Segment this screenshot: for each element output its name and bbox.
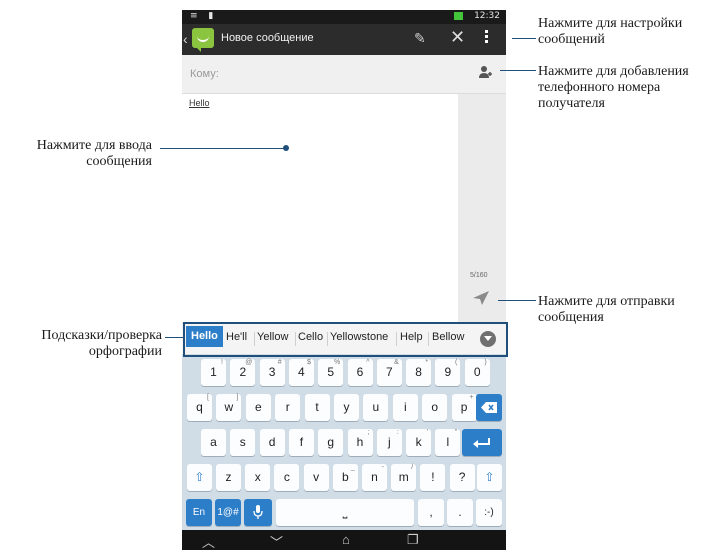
type-message-callout-dot [283, 145, 289, 151]
overflow-menu-icon[interactable] [485, 30, 489, 48]
key-1[interactable]: 1! [201, 359, 226, 386]
add-number-callout-line [500, 70, 536, 71]
on-screen-keyboard: En 1@# ⎵ , . :-) 1! 2 @3 #4 $5% 6 ^ 7 & 8 * 9(0) q[w… [182, 354, 506, 530]
status-left-icons: ≡ ▮ [190, 11, 218, 21]
key-exclamation[interactable]: ! [420, 464, 446, 491]
key-o[interactable]: o [422, 394, 448, 421]
send-icon[interactable] [472, 290, 490, 306]
settings-callout-line [512, 38, 536, 39]
spell-callout-line [165, 337, 183, 338]
recipient-field[interactable]: Кому: [182, 55, 506, 94]
key-r[interactable]: r [275, 394, 301, 421]
key-2[interactable]: 2 @ [230, 359, 256, 386]
key-5[interactable]: 5% [318, 359, 344, 386]
microphone-icon [253, 505, 263, 519]
attach-icon[interactable]: ✎ [414, 30, 426, 47]
enter-key[interactable] [462, 429, 502, 456]
key-z[interactable]: z [216, 464, 241, 491]
nav-recent-apps-icon[interactable]: ❐ [407, 532, 419, 548]
key-9[interactable]: 9( [435, 359, 461, 386]
enter-icon [473, 438, 490, 448]
close-icon[interactable]: ✕ [450, 27, 465, 48]
type-message-callout-line [160, 148, 286, 149]
key-v[interactable]: v [303, 464, 329, 491]
key-3[interactable]: 3 # [259, 359, 285, 386]
message-input-area[interactable]: Hello [182, 94, 458, 322]
add-contact-icon[interactable] [478, 65, 492, 79]
key-f[interactable]: f [288, 429, 314, 456]
key-7[interactable]: 7 & [376, 359, 402, 386]
symbols-key[interactable]: 1@# [215, 499, 241, 526]
key-x[interactable]: x [245, 464, 271, 491]
shift-left-key[interactable]: ⇧ [187, 464, 212, 491]
send-panel: 5/160 [458, 94, 506, 322]
page-title: Новое сообщение [221, 32, 314, 44]
status-time: 12:32 [474, 11, 500, 21]
key-w[interactable]: w] [216, 394, 242, 421]
message-text: Hello [189, 98, 210, 108]
emoticon-key[interactable]: :-) [476, 499, 502, 526]
key-y[interactable]: y [334, 394, 359, 421]
backspace-icon [481, 402, 497, 413]
key-m[interactable]: m / [391, 464, 417, 491]
suggestion-bar-highlight [183, 322, 508, 357]
key-a[interactable]: a [201, 429, 226, 456]
key-e[interactable]: e [245, 394, 271, 421]
key-question[interactable]: ? [449, 464, 475, 491]
action-bar: ‹ Новое сообщение ✎ ✕ [182, 24, 506, 55]
key-c[interactable]: c [274, 464, 300, 491]
key-s[interactable]: s [230, 429, 256, 456]
type-message-callout: Нажмите для ввода сообщения [36, 138, 152, 169]
key-n[interactable]: n- [362, 464, 387, 491]
key-q[interactable]: q[ [187, 394, 212, 421]
status-bar: ≡ ▮ 12:32 [182, 10, 506, 24]
nav-up-icon[interactable]: ︿ [202, 532, 215, 550]
key-d[interactable]: d [259, 429, 285, 456]
key-i[interactable]: i [392, 394, 418, 421]
send-callout-line [498, 300, 536, 301]
char-counter: 5/160 [470, 272, 488, 279]
key-4[interactable]: 4 $ [288, 359, 314, 386]
messaging-app-icon[interactable] [192, 28, 214, 52]
nav-back-icon[interactable]: ﹀ [270, 532, 283, 550]
space-key[interactable]: ⎵ [276, 499, 414, 526]
key-0[interactable]: 0) [464, 359, 490, 386]
nav-home-icon[interactable]: ⌂ [342, 532, 350, 547]
status-right-icons [454, 11, 466, 21]
spell-callout: Подсказки/проверка орфографии [41, 328, 162, 359]
backspace-key[interactable] [476, 394, 502, 421]
shift-right-key[interactable]: ⇧ [477, 464, 502, 491]
back-chevron-icon[interactable]: ‹ [183, 31, 188, 47]
send-callout: Нажмите для отправки сообщения [538, 294, 675, 325]
key-p[interactable]: p + [451, 394, 477, 421]
key-k[interactable]: k ' [406, 429, 432, 456]
phone-screen: ≡ ▮ 12:32 ‹ Новое сообщение ✎ ✕ Кому: He… [182, 10, 506, 550]
key-t[interactable]: t [304, 394, 330, 421]
key-g[interactable]: g [318, 429, 344, 456]
voice-input-key[interactable] [244, 499, 272, 526]
period-key[interactable]: . [447, 499, 473, 526]
key-6[interactable]: 6 ^ [347, 359, 373, 386]
key-j[interactable]: j: [376, 429, 402, 456]
key-b[interactable]: b _ [332, 464, 358, 491]
language-key[interactable]: En [186, 499, 212, 526]
recipient-placeholder: Кому: [190, 68, 219, 80]
key-h[interactable]: h; [347, 429, 373, 456]
key-8[interactable]: 8 * [406, 359, 432, 386]
key-u[interactable]: u [363, 394, 389, 421]
navigation-bar: ︿ ﹀ ⌂ ❐ [182, 530, 506, 550]
comma-key[interactable]: , [418, 499, 444, 526]
battery-icon [454, 11, 463, 20]
settings-callout: Нажмите для настройки сообщений [538, 16, 683, 47]
add-number-callout: Нажмите для добавления телефонного номер… [538, 64, 689, 111]
key-l[interactable]: l " [435, 429, 461, 456]
